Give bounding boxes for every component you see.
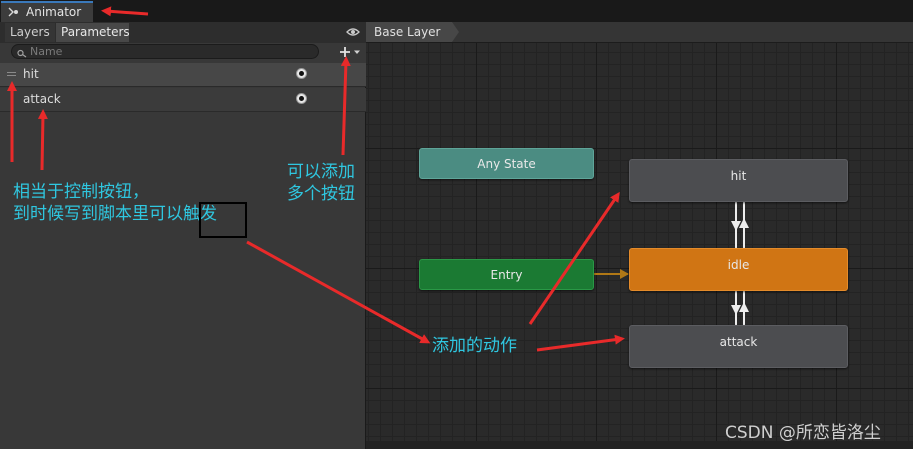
annotation-arrow	[101, 6, 149, 17]
watermark: CSDN @所恋皆洛尘	[725, 423, 881, 443]
annotation-arrow	[536, 334, 625, 352]
annotation-arrow	[528, 191, 620, 325]
annotation-line: 相当于控制按钮，	[13, 182, 149, 202]
annotation-line: 多个按钮	[287, 184, 355, 204]
annotation-line: 到时候写到脚本里可以触发	[13, 204, 217, 224]
highlight-box	[199, 202, 247, 238]
annotation-line: 可以添加	[287, 162, 355, 182]
annotation-arrow	[340, 56, 351, 156]
annotation-control-buttons: 相当于控制按钮， 到时候写到脚本里可以触发	[13, 181, 217, 225]
annotation-arrow	[37, 109, 48, 171]
annotation-add-buttons: 可以添加 多个按钮	[287, 161, 355, 205]
annotation-added-actions: 添加的动作	[432, 336, 517, 356]
annotation-arrow	[246, 240, 431, 344]
